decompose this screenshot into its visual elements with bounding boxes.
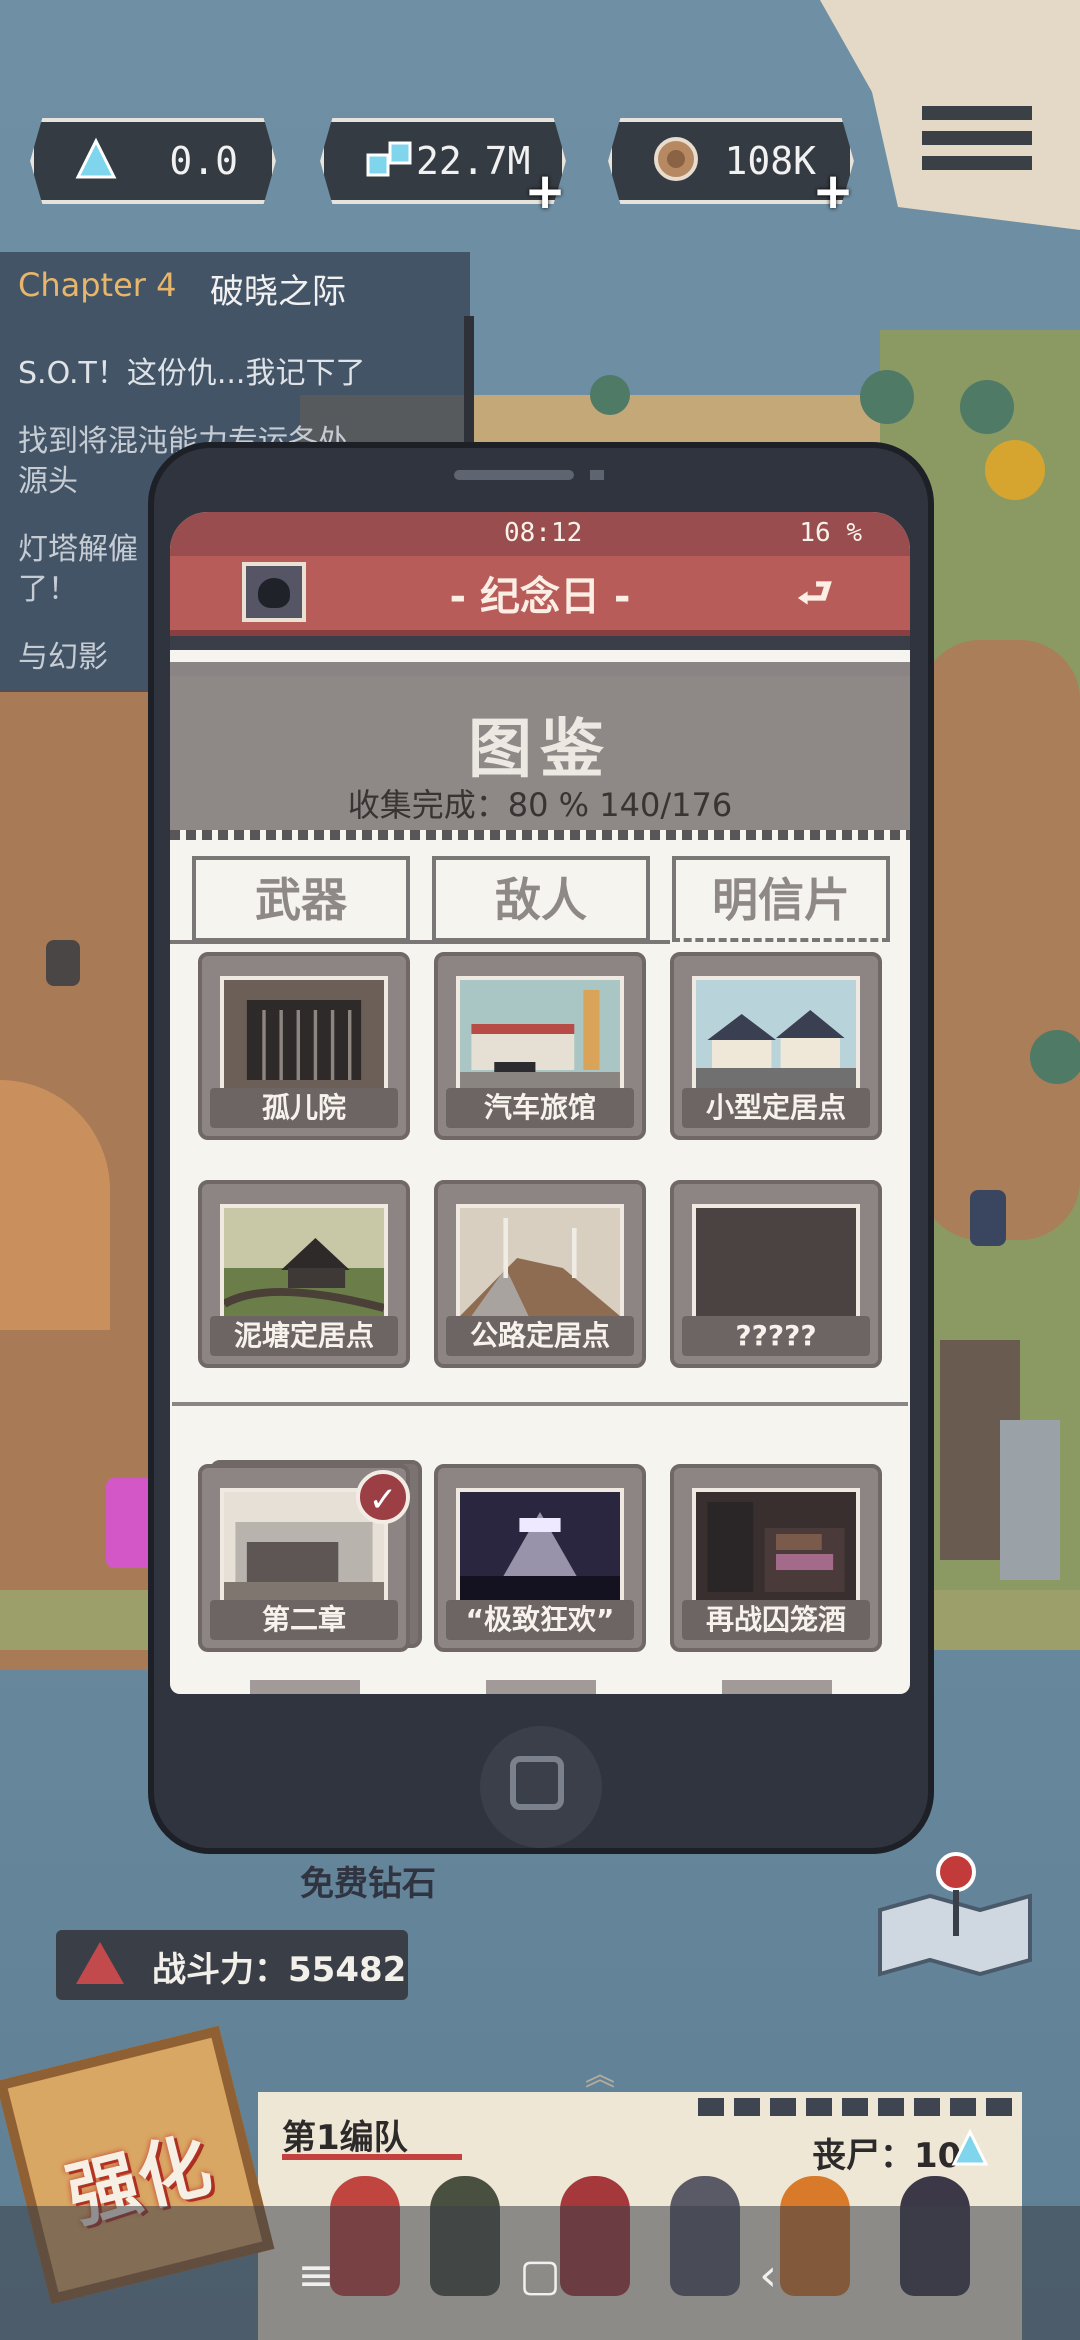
- generator-building[interactable]: [1000, 1420, 1060, 1580]
- tab-postcards[interactable]: 明信片: [672, 856, 890, 942]
- map-button[interactable]: [870, 1850, 1040, 1980]
- warning-icon: [76, 1942, 124, 1984]
- collection-progress: 收集完成：80 % 140/176: [347, 786, 733, 824]
- postcard-image: [456, 976, 624, 1092]
- phone-speaker: [454, 470, 574, 480]
- postcard-image: [692, 1488, 860, 1604]
- home-square-icon: [510, 1756, 564, 1810]
- postcard-image: [220, 1204, 388, 1320]
- postcard-label: 汽车旅馆: [446, 1088, 634, 1128]
- postcard-image: [456, 1488, 624, 1604]
- palm-tree-icon: [590, 375, 630, 415]
- postcard-label: 孤儿院: [210, 1088, 398, 1128]
- add-coins-button[interactable]: +: [808, 150, 858, 220]
- tree-icon: [860, 370, 914, 424]
- postcard-label: 公路定居点: [446, 1316, 634, 1356]
- triangle-crystal-icon: [950, 2128, 990, 2172]
- postcard-ultimate-carnival[interactable]: “极致狂欢”: [434, 1464, 646, 1652]
- chapter-label: Chapter 4: [18, 266, 177, 304]
- section-divider: [172, 1402, 908, 1406]
- status-time: 08:12: [504, 518, 583, 548]
- chips-icon: [364, 137, 416, 185]
- menu-bar-icon: [922, 106, 1032, 120]
- crystal-counter[interactable]: 0.0: [30, 118, 276, 204]
- postcard-label: 泥塘定居点: [210, 1316, 398, 1356]
- postcard-image: [456, 1204, 624, 1320]
- postcard-locked[interactable]: ?????: [670, 1180, 882, 1368]
- menu-bar-icon: [922, 156, 1032, 170]
- team-underline: [282, 2154, 462, 2160]
- plus-icon: +: [524, 162, 566, 220]
- phone-status-bar: 08:12 16 %: [170, 512, 910, 556]
- add-chips-button[interactable]: +: [520, 150, 570, 220]
- menu-button[interactable]: [922, 100, 1032, 190]
- cat-avatar-icon[interactable]: [242, 562, 306, 622]
- postcard-image-locked: [692, 1204, 860, 1320]
- tab-underline: [170, 940, 670, 944]
- quest-scrollbar[interactable]: [464, 316, 474, 446]
- quest-line: 源头: [18, 464, 78, 499]
- tab-enemies[interactable]: 敌人: [432, 856, 650, 942]
- nav-menu-icon[interactable]: ≡: [286, 2246, 346, 2306]
- phone-camera: [590, 470, 604, 480]
- status-battery: 16 %: [799, 518, 862, 548]
- postcard-cage-bar[interactable]: 再战囚笼酒: [670, 1464, 882, 1652]
- chips-value: 22.7M: [416, 139, 531, 183]
- free-diamond-label[interactable]: 免费钻石: [300, 1856, 436, 1905]
- stripe-decoration: [698, 2098, 1018, 2116]
- postcard-partial: [486, 1680, 596, 1694]
- quest-line[interactable]: 灯塔解僱: [18, 524, 138, 568]
- postcard-motel[interactable]: 汽车旅馆: [434, 952, 646, 1140]
- quest-line: 了！: [18, 572, 78, 607]
- phone-home-button[interactable]: [480, 1726, 602, 1848]
- postcard-label: 再战囚笼酒: [682, 1600, 870, 1640]
- enemy-sprite[interactable]: [46, 940, 80, 986]
- combat-power-value: 战斗力：55482: [152, 1950, 407, 1990]
- coin-value: 108K: [724, 139, 816, 183]
- npc-pink-sprite[interactable]: [106, 1478, 154, 1568]
- nav-home-icon[interactable]: ▢: [510, 2246, 570, 2306]
- yellow-tree-icon: [985, 440, 1045, 500]
- dirt-road: [920, 640, 1080, 1240]
- divider: [170, 662, 910, 676]
- tab-weapons[interactable]: 武器: [192, 856, 410, 942]
- back-button[interactable]: ⮐: [776, 572, 854, 614]
- team-name[interactable]: 第1编队: [282, 2110, 408, 2159]
- coin-icon: [652, 135, 700, 187]
- postcard-partial: [250, 1680, 360, 1694]
- expand-chevron-icon[interactable]: ︽: [560, 2050, 640, 2093]
- postcard-image: [220, 976, 388, 1092]
- postcard-label: 小型定居点: [682, 1088, 870, 1128]
- crystal-value: 0.0: [169, 139, 238, 183]
- tree-icon: [1030, 1030, 1080, 1084]
- divider: [170, 636, 910, 650]
- postcard-road-settlement[interactable]: 公路定居点: [434, 1180, 646, 1368]
- postcard-image: [692, 976, 860, 1092]
- postcard-mud-settlement[interactable]: 泥塘定居点: [198, 1180, 410, 1368]
- collection-header: 图鉴 收集完成：80 % 140/176: [170, 676, 910, 836]
- tree-icon: [960, 380, 1014, 434]
- npc-sprite[interactable]: [970, 1190, 1006, 1246]
- combat-power-badge: 战斗力：55482: [56, 1930, 408, 2000]
- dashed-divider: [170, 830, 910, 840]
- plus-icon: +: [812, 162, 854, 220]
- postcard-label: ?????: [682, 1316, 870, 1356]
- collection-title: 图鉴: [468, 713, 612, 787]
- chapter-name: 破晓之际: [210, 272, 346, 312]
- quest-line[interactable]: S.O.T！这份仇...我记下了: [18, 348, 365, 392]
- postcard-label: 第二章: [210, 1600, 398, 1640]
- menu-bar-icon: [922, 131, 1032, 145]
- zombie-count: 丧尸：10: [812, 2136, 962, 2176]
- checkmark-icon: ✓: [356, 1470, 410, 1524]
- quest-line[interactable]: 与幻影: [18, 632, 108, 676]
- postcard-small-settlement[interactable]: 小型定居点: [670, 952, 882, 1140]
- return-arrow-icon: ⮐: [797, 570, 833, 616]
- postcard-label: “极致狂欢”: [446, 1600, 634, 1640]
- triangle-crystal-icon: [74, 137, 118, 185]
- postcard-orphanage[interactable]: 孤儿院: [198, 952, 410, 1140]
- postcard-partial: [722, 1680, 832, 1694]
- nav-back-icon[interactable]: ‹: [738, 2246, 798, 2306]
